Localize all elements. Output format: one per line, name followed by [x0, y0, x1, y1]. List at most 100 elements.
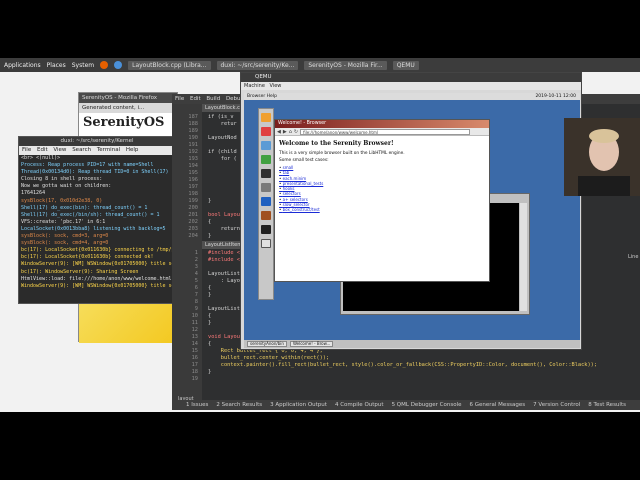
output-pane-tab[interactable]: 1 Issues — [186, 402, 208, 408]
terminal-titlebar[interactable]: duxi: ~/src/serenity/Kernel — [19, 137, 175, 146]
task-terminal[interactable]: duxi: ~/src/serenity/Ke... — [216, 60, 299, 70]
firefox-titlebar[interactable]: SerenityOS - Mozilla Firefox — [79, 93, 177, 103]
forward-arrow-icon[interactable]: ▶ — [283, 129, 287, 135]
code-line: 187 if (is_v — [176, 114, 249, 121]
monitor-icon[interactable] — [261, 225, 271, 234]
code-text: bullet_rect.center_within(rect()); — [208, 355, 330, 361]
terminal-menu-terminal[interactable]: Terminal — [97, 147, 120, 153]
home-icon[interactable]: ⌂ — [289, 129, 292, 135]
app-icon-red[interactable] — [261, 127, 271, 136]
line-number: 190 — [188, 135, 198, 141]
folder-icon[interactable] — [261, 113, 271, 122]
terminal-line: VFS::create: 'pbc.17' in 6:1 — [21, 218, 106, 225]
back-arrow-icon[interactable]: ◀ — [277, 129, 281, 135]
code-text: context.painter().fill_rect(bullet_rect,… — [208, 362, 598, 368]
app-icon-dark-blue[interactable] — [261, 197, 271, 206]
terminal-menu-help[interactable]: Help — [126, 147, 139, 153]
book-icon[interactable] — [261, 211, 271, 220]
firefox-launcher-icon[interactable] — [100, 61, 109, 69]
output-pane-tab[interactable]: 6 General Messages — [470, 402, 526, 408]
code-line: 202 { — [176, 219, 249, 226]
qt-menu-build[interactable]: Build — [206, 96, 220, 102]
output-pane-tab[interactable]: 4 Compile Output — [335, 402, 384, 408]
terminal-menu-file[interactable]: File — [22, 147, 31, 153]
serenity-menu-items[interactable]: Browser Help — [247, 94, 277, 99]
terminal-icon[interactable] — [261, 169, 271, 178]
code-text: } — [208, 292, 212, 298]
task-firefox[interactable]: SerenityOS - Mozilla Fir... — [304, 60, 387, 70]
qemu-window[interactable]: QEMU Machine View Browser Help 2019-10-1… — [240, 72, 582, 350]
terminal-line: bc(17): WindowServer(9): Sharing Screen — [21, 268, 139, 275]
code-text: if (child — [208, 149, 237, 155]
serenity-task-terminal[interactable]: serenityAnon/bin — [247, 341, 287, 347]
reload-icon[interactable]: ↻ — [294, 129, 298, 135]
terminal-line: Process: Reap process PID=17 with name=S… — [21, 162, 154, 169]
code-text: { — [208, 219, 212, 225]
terminal-line: Thread(0x00134d0): Reap thread TID=0 in … — [21, 169, 169, 176]
code-text: retur — [208, 121, 237, 127]
serenity-task-browser[interactable]: Welcome! - Brow... — [289, 341, 334, 347]
qemu-menu-machine[interactable]: Machine — [244, 83, 265, 89]
serenity-desktop[interactable]: Browser Help 2019-10-11 12:00 Welcome! -… — [244, 93, 580, 348]
person-image — [564, 118, 640, 196]
gear-icon[interactable] — [261, 183, 271, 192]
url-input[interactable]: file:///home/anon/www/welcome.html — [300, 128, 471, 135]
task-qemu[interactable]: QEMU — [392, 60, 419, 70]
output-pane-tab[interactable]: 2 Search Results — [216, 402, 262, 408]
output-pane-tab[interactable]: 8 Test Results — [588, 402, 626, 408]
scrollbar[interactable] — [520, 203, 527, 311]
line-number: 203 — [188, 226, 198, 232]
line-number: 193 — [188, 156, 198, 162]
qemu-titlebar[interactable]: QEMU — [241, 73, 581, 82]
line-number: 192 — [188, 149, 198, 155]
terminal-menu-search[interactable]: Search — [72, 147, 91, 153]
terminal-output[interactable]: <br> <(null)> Process: Reap process PID=1… — [19, 155, 175, 290]
task-layoutblock[interactable]: LayoutBlock.cpp (Libra... — [128, 60, 211, 70]
terminal-line: Shell(17) do_exec(bin): thread_count() =… — [21, 204, 148, 211]
applications-menu[interactable]: Applications — [4, 62, 41, 69]
code-line: 194 — [176, 163, 249, 170]
piano-icon[interactable] — [261, 239, 271, 248]
qt-menu-edit[interactable]: Edit — [190, 96, 201, 102]
line-number: 202 — [188, 219, 198, 225]
code-line: 192 if (child — [176, 149, 249, 156]
line-number: 195 — [188, 170, 198, 176]
code-text: { — [208, 313, 212, 319]
terminal-menu-edit[interactable]: Edit — [37, 147, 48, 153]
serenity-browser-window[interactable]: Welcome! - Browser ◀ ▶ ⌂ ↻ file:///home/… — [274, 119, 490, 282]
code-editor-top[interactable]: 187 if (is_v 188 retur 189 190 LayoutNod 191 19… — [176, 114, 249, 240]
browser-link[interactable]: box_construct/test — [279, 207, 485, 212]
line-number: 9 — [194, 306, 198, 312]
output-pane-tab[interactable]: 7 Version Control — [533, 402, 580, 408]
terminal-menubar: File Edit View Search Terminal Help — [19, 146, 175, 155]
terminal-window[interactable]: duxi: ~/src/serenity/Kernel File Edit Vi… — [18, 136, 176, 304]
firefox-tab[interactable]: Generated content, i... — [79, 103, 177, 113]
line-number: 2 — [194, 257, 198, 263]
code-line: 201 bool LayoutBl — [176, 212, 249, 219]
code-line: 197 — [176, 184, 249, 191]
serenity-clock: 2019-10-11 12:00 — [535, 94, 576, 99]
system-menu[interactable]: System — [72, 62, 94, 69]
launcher-icon[interactable] — [114, 61, 123, 69]
line-number: 3 — [194, 264, 198, 270]
app-icon-blue[interactable] — [261, 141, 271, 150]
qt-menu-file[interactable]: File — [175, 96, 184, 102]
code-line: 203 return fi — [176, 226, 249, 233]
code-line: 193 for ( — [176, 156, 249, 163]
places-menu[interactable]: Places — [47, 62, 66, 69]
line-number: 189 — [188, 128, 198, 134]
code-line: 19 — [176, 376, 597, 383]
terminal-line: Closing 8 in shell process: — [21, 176, 103, 183]
terminal-line: bc(17): LocalSocket{0x011630b} connected… — [21, 254, 154, 261]
output-pane-tab[interactable]: 3 Application Output — [270, 402, 327, 408]
output-pane-tab[interactable]: 5 QML Debugger Console — [392, 402, 462, 408]
qemu-menu-view[interactable]: View — [270, 83, 282, 89]
terminal-menu-view[interactable]: View — [53, 147, 66, 153]
browser-titlebar[interactable]: Welcome! - Browser — [275, 120, 489, 128]
code-text: if (is_v — [208, 114, 234, 120]
app-icon-green[interactable] — [261, 155, 271, 164]
line-label: Line — [628, 254, 639, 260]
code-line: 191 — [176, 142, 249, 149]
line-number: 200 — [188, 205, 198, 211]
terminal-line: LocalSocket(0x0013bba8) listening with b… — [21, 225, 166, 232]
